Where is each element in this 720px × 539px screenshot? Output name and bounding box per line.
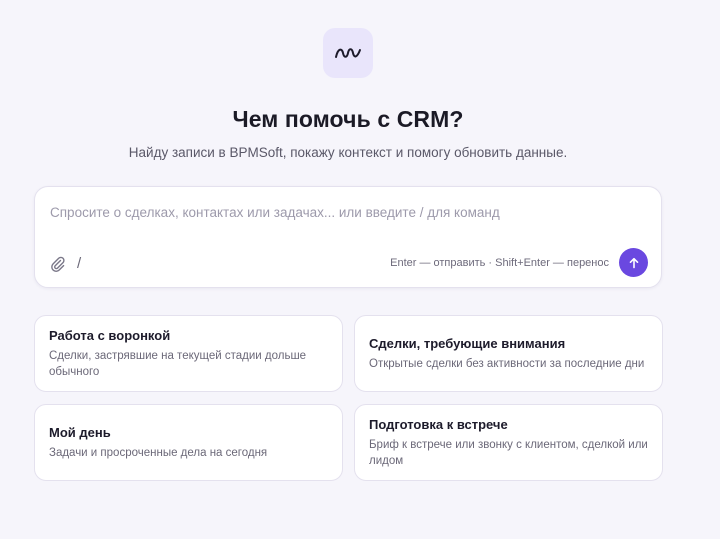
paperclip-icon <box>51 256 65 272</box>
keyboard-hint: Enter — отправить · Shift+Enter — перено… <box>390 257 609 269</box>
slash-command-button[interactable]: / <box>77 255 89 273</box>
attach-button[interactable] <box>49 255 67 273</box>
suggestion-description: Открытые сделки без активности за послед… <box>369 357 645 370</box>
page-subtitle: Найду записи в BPMSoft, покажу контекст … <box>128 145 568 160</box>
send-button[interactable] <box>619 248 648 277</box>
suggestion-card-my-day[interactable]: Мой день Задачи и просроченные дела на с… <box>34 404 343 481</box>
suggestion-card-meeting-prep[interactable]: Подготовка к встрече Бриф к встрече или … <box>354 404 663 481</box>
suggestion-title: Подготовка к встрече <box>369 416 508 432</box>
arrow-up-icon <box>629 257 638 268</box>
suggestion-title: Работа с воронкой <box>49 327 171 343</box>
suggestion-description: Сделки, застрявшие на текущей стадии дол… <box>49 349 307 378</box>
suggestion-card-funnel[interactable]: Работа с воронкой Сделки, застрявшие на … <box>34 315 343 392</box>
chat-input[interactable] <box>50 201 640 223</box>
chat-composer: / Enter — отправить · Shift+Enter — пере… <box>34 186 662 288</box>
wave-logo-icon <box>335 48 361 58</box>
crm-assistant-page: Чем помочь с CRM? Найду записи в BPMSoft… <box>0 0 720 539</box>
suggestion-title: Сделки, требующие внимания <box>369 335 566 351</box>
suggestion-title: Мой день <box>49 424 111 440</box>
assistant-logo <box>323 28 373 78</box>
page-title: Чем помочь с CRM? <box>232 106 464 132</box>
suggestion-card-attention-deals[interactable]: Сделки, требующие внимания Открытые сдел… <box>354 315 663 392</box>
suggestion-description: Задачи и просроченные дела на сегодня <box>49 446 268 459</box>
suggestion-description: Бриф к встрече или звонку с клиентом, сд… <box>369 438 648 467</box>
